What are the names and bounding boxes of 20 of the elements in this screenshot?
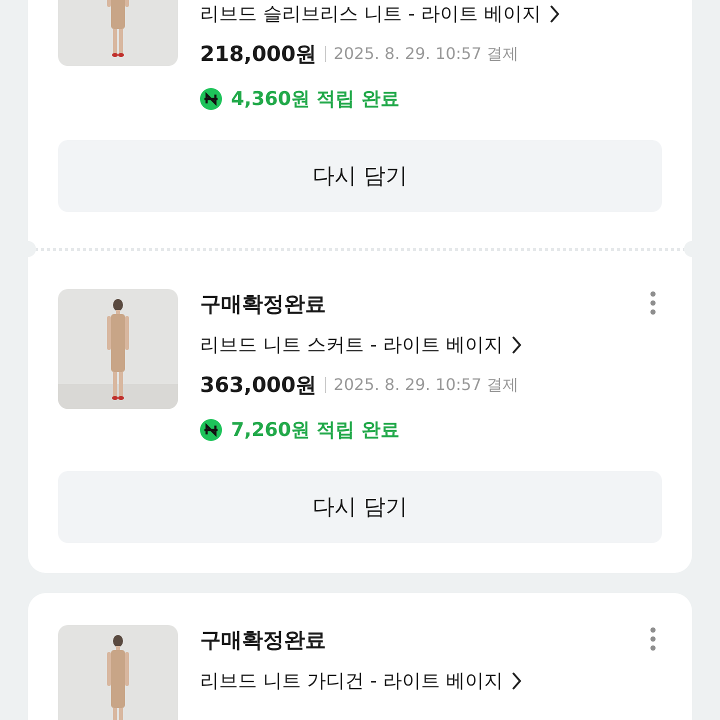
chevron-icon xyxy=(511,335,522,355)
price: 218,000원 xyxy=(200,41,317,68)
product-link[interactable]: 리브드 슬리브리스 니트 - 라이트 베이지 xyxy=(200,0,662,28)
product-link[interactable]: 리브드 니트 가디건 - 라이트 베이지 xyxy=(200,667,662,695)
points-icon xyxy=(200,419,222,441)
add-again-button[interactable]: 다시 담기 xyxy=(58,471,662,543)
payment-date: 2025. 8. 29. 10:57 결제 xyxy=(334,374,519,396)
chevron-icon xyxy=(511,671,522,691)
order-status: 구매확정완료 xyxy=(200,627,326,654)
chevron-icon xyxy=(549,4,560,24)
more-icon xyxy=(650,627,656,651)
reward-amount: 4,360원 적립 완료 xyxy=(231,87,400,112)
points-icon xyxy=(200,88,222,110)
product-link[interactable]: 리브드 니트 스커트 - 라이트 베이지 xyxy=(200,331,662,359)
more-icon xyxy=(650,291,656,315)
reward-amount: 7,260원 적립 완료 xyxy=(231,418,400,443)
add-again-button[interactable]: 다시 담기 xyxy=(58,140,662,212)
order-status: 구매확정완료 xyxy=(200,291,326,318)
payment-date: 2025. 8. 29. 10:57 결제 xyxy=(334,44,519,64)
price: 363,000원 xyxy=(200,372,317,399)
